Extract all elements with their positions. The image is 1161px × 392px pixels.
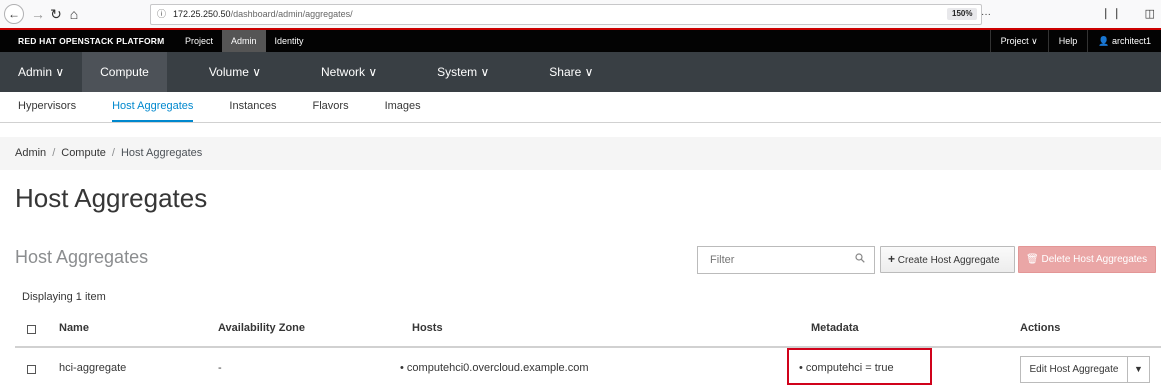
browser-tools: ⎸⎸ ◫ bbox=[1092, 7, 1155, 21]
tab-identity[interactable]: Identity bbox=[266, 30, 313, 52]
table-title: Host Aggregates bbox=[15, 247, 149, 267]
column-header-availability-zone[interactable]: Availability Zone bbox=[218, 322, 305, 334]
select-all-checkbox[interactable] bbox=[27, 325, 36, 334]
browser-toolbar: ← → ↻ ⌂ ⓘ 172.25.250.50/dashboard/admin/… bbox=[0, 0, 1161, 58]
subtab-host-aggregates[interactable]: Host Aggregates bbox=[112, 92, 194, 122]
back-arrow-icon[interactable]: ← bbox=[4, 4, 24, 24]
item-count: Displaying 1 item bbox=[22, 291, 106, 303]
filter-field[interactable] bbox=[697, 246, 875, 274]
nav-compute[interactable]: Compute bbox=[82, 52, 167, 92]
project-menu[interactable]: Project ∨ bbox=[989, 30, 1048, 52]
edit-host-aggregate-button[interactable]: Edit Host Aggregate bbox=[1020, 356, 1128, 383]
breadcrumb-separator: / bbox=[111, 147, 115, 159]
breadcrumb: Admin / Compute / Host Aggregates bbox=[0, 137, 1161, 170]
info-icon[interactable]: ⓘ bbox=[157, 5, 166, 24]
secondary-nav: Hypervisors Host Aggregates Instances Fl… bbox=[0, 92, 1161, 123]
delete-button-label: Delete Host Aggregates bbox=[1041, 254, 1148, 265]
subtab-images[interactable]: Images bbox=[385, 92, 421, 120]
primary-nav: Admin ∨ Compute Volume ∨ Network ∨ Syste… bbox=[0, 52, 1161, 92]
home-icon[interactable]: ⌂ bbox=[64, 4, 84, 24]
row-checkbox[interactable] bbox=[27, 365, 36, 374]
breadcrumb-separator: / bbox=[52, 147, 56, 159]
nav-network[interactable]: Network ∨ bbox=[303, 52, 395, 92]
help-link[interactable]: Help bbox=[1047, 30, 1088, 52]
address-bar[interactable]: ⓘ 172.25.250.50/dashboard/admin/aggregat… bbox=[150, 4, 991, 58]
url-host: 172.25.250.50 bbox=[173, 9, 231, 19]
filter-input[interactable] bbox=[708, 247, 852, 273]
user-menu[interactable]: 👤 architect1 bbox=[1087, 30, 1161, 52]
more-actions-icon[interactable]: ··· bbox=[981, 9, 991, 20]
column-header-actions: Actions bbox=[1020, 322, 1061, 334]
subtab-hypervisors[interactable]: Hypervisors bbox=[18, 92, 76, 120]
masthead-utilities: Project ∨ Help 👤 architect1 bbox=[989, 30, 1161, 52]
column-header-name[interactable]: Name bbox=[59, 322, 89, 334]
tab-admin[interactable]: Admin bbox=[222, 30, 266, 52]
availability-zone-value: - bbox=[218, 362, 222, 374]
plus-icon: + bbox=[888, 252, 896, 266]
create-button-label: Create Host Aggregate bbox=[897, 255, 1000, 266]
reload-icon[interactable]: ↻ bbox=[46, 4, 66, 24]
sidebar-icon[interactable]: ◫ bbox=[1145, 8, 1155, 20]
breadcrumb-admin[interactable]: Admin bbox=[15, 147, 46, 159]
page-title: Host Aggregates bbox=[15, 183, 208, 213]
trash-icon: 🗑 bbox=[1026, 254, 1039, 265]
zoom-level-badge[interactable]: 150% bbox=[947, 8, 978, 20]
column-header-hosts[interactable]: Hosts bbox=[412, 322, 443, 334]
nav-share[interactable]: Share ∨ bbox=[531, 52, 611, 92]
user-icon: 👤 bbox=[1098, 36, 1110, 46]
brand-logo[interactable]: RED HAT OPENSTACK PLATFORM bbox=[18, 30, 164, 52]
row-actions-dropdown[interactable]: ▼ bbox=[1127, 356, 1150, 383]
delete-host-aggregates-button[interactable]: 🗑 Delete Host Aggregates bbox=[1018, 246, 1156, 273]
nav-admin[interactable]: Admin ∨ bbox=[0, 52, 82, 92]
hosts-list: • computehci0.overcloud.example.com bbox=[400, 362, 589, 374]
subtab-flavors[interactable]: Flavors bbox=[313, 92, 349, 120]
library-icon[interactable]: ⎸⎸ bbox=[1106, 8, 1128, 20]
caret-down-icon: ▼ bbox=[1134, 364, 1143, 374]
breadcrumb-compute[interactable]: Compute bbox=[61, 147, 106, 159]
nav-volume[interactable]: Volume ∨ bbox=[191, 52, 279, 92]
dashboard-tabs: Project Admin Identity bbox=[176, 30, 313, 52]
create-host-aggregate-button[interactable]: + Create Host Aggregate bbox=[880, 246, 1015, 273]
url-path: /dashboard/admin/aggregates/ bbox=[230, 9, 353, 19]
url-text: 172.25.250.50/dashboard/admin/aggregates… bbox=[173, 5, 353, 24]
masthead: RED HAT OPENSTACK PLATFORM Project Admin… bbox=[0, 28, 1161, 52]
subtab-instances[interactable]: Instances bbox=[229, 92, 276, 120]
search-icon[interactable] bbox=[855, 253, 865, 263]
breadcrumb-current: Host Aggregates bbox=[120, 147, 203, 159]
column-header-metadata[interactable]: Metadata bbox=[811, 322, 859, 334]
forward-arrow-icon[interactable]: → bbox=[28, 4, 48, 24]
host-item: computehci0.overcloud.example.com bbox=[406, 362, 589, 374]
aggregate-name: hci-aggregate bbox=[59, 362, 127, 374]
metadata-highlight-box bbox=[787, 348, 932, 385]
nav-system[interactable]: System ∨ bbox=[419, 52, 507, 92]
tab-project[interactable]: Project bbox=[176, 30, 222, 52]
user-name: architect1 bbox=[1111, 36, 1151, 46]
